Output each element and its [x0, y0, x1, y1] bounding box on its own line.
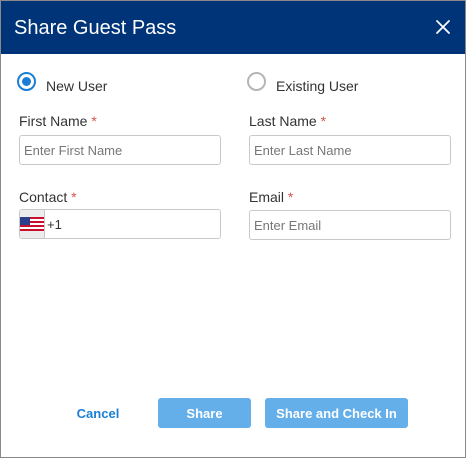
- first-name-input[interactable]: [19, 135, 221, 165]
- new-user-radio[interactable]: [17, 71, 36, 91]
- share-and-check-in-button[interactable]: Share and Check In: [265, 398, 408, 428]
- existing-user-label: Existing User: [276, 78, 359, 94]
- email-label-text: Email: [249, 189, 285, 205]
- dialog-header: Share Guest Pass: [1, 1, 465, 54]
- existing-user-radio[interactable]: [247, 71, 266, 91]
- phone-number-input[interactable]: [45, 210, 220, 238]
- last-name-label-text: Last Name: [249, 113, 317, 129]
- share-button[interactable]: Share: [158, 398, 251, 428]
- share-guest-pass-dialog: Share Guest Pass New User Existing User …: [0, 0, 466, 458]
- required-mark: *: [71, 189, 77, 205]
- contact-phone-field: [19, 209, 221, 239]
- contact-label-text: Contact: [19, 189, 68, 205]
- email-input[interactable]: [249, 210, 451, 240]
- close-icon[interactable]: [434, 18, 452, 36]
- email-label: Email *: [249, 189, 293, 205]
- country-selector-button[interactable]: [20, 210, 45, 238]
- first-name-label: First Name *: [19, 113, 97, 129]
- contact-label: Contact *: [19, 189, 77, 205]
- first-name-label-text: First Name: [19, 113, 88, 129]
- new-user-label: New User: [46, 78, 108, 94]
- new-user-radio-option[interactable]: New User: [17, 69, 108, 94]
- last-name-input[interactable]: [249, 135, 451, 165]
- last-name-label: Last Name *: [249, 113, 326, 129]
- us-flag-icon: [20, 217, 44, 231]
- existing-user-radio-option[interactable]: Existing User: [247, 69, 359, 94]
- dialog-title: Share Guest Pass: [14, 17, 177, 39]
- required-mark: *: [320, 113, 327, 129]
- required-mark: *: [287, 189, 294, 205]
- required-mark: *: [91, 113, 97, 129]
- cancel-button[interactable]: Cancel: [63, 398, 133, 428]
